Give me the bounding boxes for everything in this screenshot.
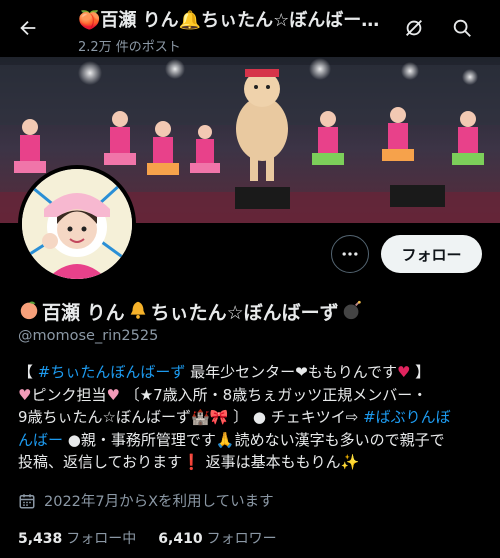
- following-link[interactable]: 5,438 フォロー中: [18, 528, 136, 548]
- following-label: フォロー中: [66, 531, 137, 547]
- grok-button[interactable]: [400, 14, 428, 42]
- bio-text: 投稿、返信しております: [18, 453, 183, 471]
- calendar-icon: [19, 493, 35, 508]
- bio-text: 最年少センター❤ももりんです: [185, 363, 397, 381]
- bio-text: 9歳ちぃたん☆ぼんばーず: [18, 408, 191, 426]
- hashtag-link-2-cont[interactable]: んばー: [18, 431, 63, 449]
- follow-button[interactable]: フォロー: [381, 235, 482, 273]
- bio-text: 読めない漢字も多いので親子で: [234, 430, 445, 449]
- bomb-emoji-icon: [341, 299, 363, 325]
- bio-text: 【: [18, 363, 38, 381]
- display-name: 百瀬 りん: [42, 302, 125, 324]
- search-icon: [453, 19, 471, 37]
- pink-heart-icon: ♥: [18, 385, 32, 404]
- followers-label: フォロワー: [206, 531, 277, 547]
- bio-text: ピンク担当: [31, 385, 107, 404]
- search-button[interactable]: [448, 14, 476, 42]
- user-handle: @momose_rin2525: [18, 328, 159, 344]
- bio-text: 】: [410, 363, 431, 381]
- bio-text: 〕 ● チェキツイ⇨: [228, 408, 364, 426]
- hashtag-link[interactable]: #ちぃたんぼんばーず: [38, 363, 186, 381]
- header-title-block: 🍑百瀬 りん🔔ちぃたん☆ぼんばーず💣 2.2万 件のポスト: [78, 6, 388, 55]
- profile-avatar[interactable]: [18, 165, 136, 283]
- bell-emoji-icon: [127, 299, 149, 325]
- profile-bio: 【 #ちぃたんぼんばーず 最年少センター❤ももりんです♥ 】 ♥ピンク担当♥ 〔…: [18, 361, 486, 474]
- back-button[interactable]: [14, 14, 42, 42]
- joined-date: 2022年7月からXを利用しています: [18, 490, 274, 511]
- hashtag-link-2[interactable]: #ばぶりんぼ: [363, 408, 451, 426]
- ribbon-emoji-icon: 🎀: [209, 408, 229, 426]
- grok-icon: [406, 20, 422, 36]
- pray-emoji-icon: 🙏: [215, 430, 235, 449]
- display-name-group: ちぃたん☆ぼんばーず: [150, 302, 339, 324]
- castle-emoji-icon: 🏰: [191, 408, 210, 426]
- avatar-image: [22, 169, 132, 279]
- more-icon: [342, 252, 358, 256]
- post-count: 2.2万 件のポスト: [78, 40, 181, 55]
- exclamation-emoji-icon: ❗: [182, 453, 201, 471]
- joined-text: 2022年7月からXを利用しています: [44, 494, 274, 510]
- bio-text: ●親・事務所管理です: [63, 430, 216, 449]
- sparkles-emoji-icon: ✨: [340, 453, 360, 471]
- more-options-button[interactable]: [331, 235, 369, 273]
- top-bar: 🍑百瀬 りん🔔ちぃたん☆ぼんばーず💣 2.2万 件のポスト: [0, 0, 500, 57]
- followers-count: 6,410: [158, 531, 203, 547]
- bio-text: 〔★7歳入所・8歳ちぇガッツ正規メンバー・: [119, 385, 428, 404]
- header-title: 🍑百瀬 りん🔔ちぃたん☆ぼんばーず💣: [78, 10, 388, 31]
- back-arrow-icon: [20, 20, 36, 36]
- followers-link[interactable]: 6,410 フォロワー: [158, 528, 276, 548]
- follow-stats: 5,438 フォロー中 6,410 フォロワー: [18, 528, 277, 548]
- peach-emoji-icon: [18, 299, 40, 325]
- following-count: 5,438: [18, 531, 63, 547]
- display-name-row: 百瀬 りん ちぃたん☆ぼんばーず: [18, 298, 363, 325]
- bio-text: 返事は基本ももりん: [200, 453, 341, 471]
- pink-heart-icon: ♥: [106, 385, 120, 404]
- heart-icon: ♥: [396, 363, 411, 381]
